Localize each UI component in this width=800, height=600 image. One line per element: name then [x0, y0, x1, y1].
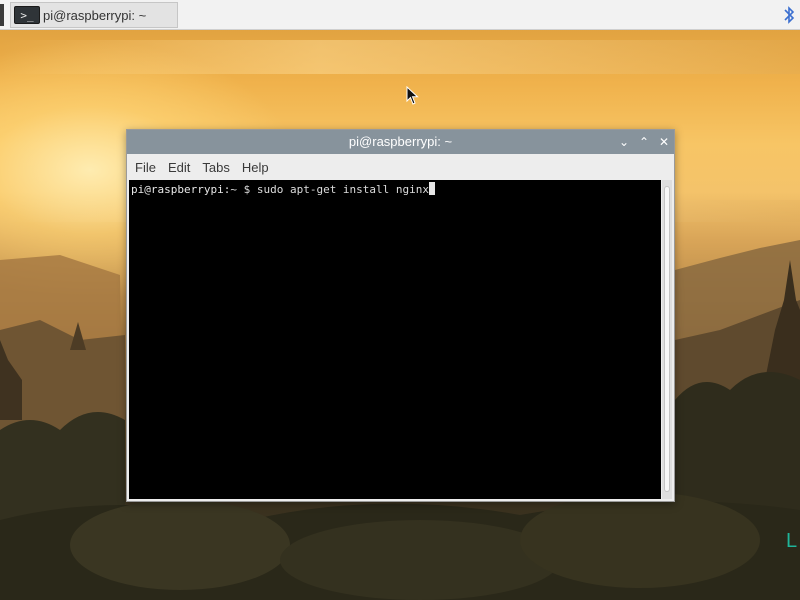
menu-file[interactable]: File: [135, 160, 156, 175]
taskbar-terminal-label: pi@raspberrypi: ~: [43, 7, 147, 23]
terminal-output[interactable]: pi@raspberrypi:~ $ sudo apt-get install …: [129, 180, 661, 499]
menu-help[interactable]: Help: [242, 160, 269, 175]
taskbar-terminal-button[interactable]: >_ pi@raspberrypi: ~: [10, 2, 178, 28]
desktop-edge-label: L: [786, 530, 798, 552]
menu-tabs[interactable]: Tabs: [202, 160, 229, 175]
bluetooth-icon[interactable]: [782, 5, 796, 25]
taskbar: >_ pi@raspberrypi: ~: [0, 0, 800, 30]
terminal-scrollbar[interactable]: [662, 180, 672, 499]
text-cursor: [429, 182, 436, 195]
terminal-icon: >_: [14, 6, 40, 24]
menu-bar: File Edit Tabs Help: [127, 154, 674, 180]
prompt-user: pi@raspberrypi: [131, 183, 224, 196]
menu-edit[interactable]: Edit: [168, 160, 190, 175]
minimize-button[interactable]: ⌄: [615, 133, 633, 151]
taskbar-menu-edge[interactable]: [0, 4, 4, 26]
mouse-pointer-icon: [406, 86, 419, 105]
window-titlebar[interactable]: pi@raspberrypi: ~ ⌄ ⌃ ✕: [127, 130, 674, 154]
window-title: pi@raspberrypi: ~: [348, 134, 453, 149]
scrollbar-thumb[interactable]: [664, 186, 670, 492]
prompt-path: :~ $: [223, 183, 257, 196]
maximize-button[interactable]: ⌃: [635, 133, 653, 151]
terminal-window[interactable]: pi@raspberrypi: ~ ⌄ ⌃ ✕ File Edit Tabs H…: [126, 129, 675, 502]
typed-command: sudo apt-get install nginx: [256, 183, 430, 196]
desktop: L >_ pi@raspberrypi: ~ pi@raspberrypi: ~…: [0, 0, 800, 600]
close-button[interactable]: ✕: [655, 133, 673, 151]
terminal-command-line: pi@raspberrypi:~ $ sudo apt-get install …: [131, 182, 436, 197]
